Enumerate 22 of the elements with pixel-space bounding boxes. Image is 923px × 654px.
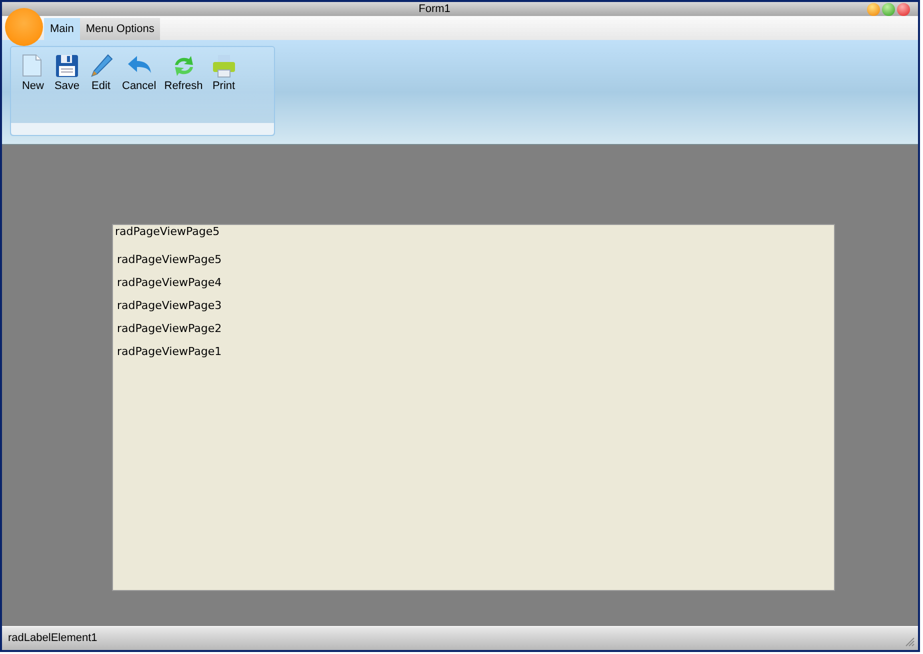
page-view-header[interactable]: radPageViewPage5 xyxy=(114,225,221,238)
toolbar-button[interactable]: New xyxy=(17,51,49,99)
window-title: Form1 xyxy=(418,4,450,14)
page-view-item[interactable]: radPageViewPage3 xyxy=(117,299,222,313)
pencil-icon xyxy=(88,53,114,79)
resize-grip-icon[interactable] xyxy=(905,637,915,647)
ribbon-tab[interactable]: Menu Options xyxy=(80,18,160,40)
printer-icon xyxy=(210,53,237,79)
toolbar-button[interactable]: Refresh xyxy=(161,51,206,99)
status-label: radLabelElement1 xyxy=(8,631,98,646)
toolbar-button[interactable]: Edit xyxy=(85,51,117,99)
minimize-button[interactable] xyxy=(867,2,880,16)
maximize-button[interactable] xyxy=(882,2,895,16)
close-button[interactable] xyxy=(897,2,910,16)
page-view-item[interactable]: radPageViewPage5 xyxy=(117,253,222,267)
page-view-item[interactable]: radPageViewPage1 xyxy=(117,345,222,359)
toolbar-button[interactable]: Save xyxy=(51,51,83,99)
page-view-item[interactable]: radPageViewPage4 xyxy=(117,276,222,290)
toolbar-button[interactable]: Cancel xyxy=(119,51,160,99)
page-view-item[interactable]: radPageViewPage2 xyxy=(117,322,222,336)
toolbar-button[interactable]: Print xyxy=(208,51,240,99)
ribbon-tab[interactable]: Main xyxy=(44,18,80,40)
